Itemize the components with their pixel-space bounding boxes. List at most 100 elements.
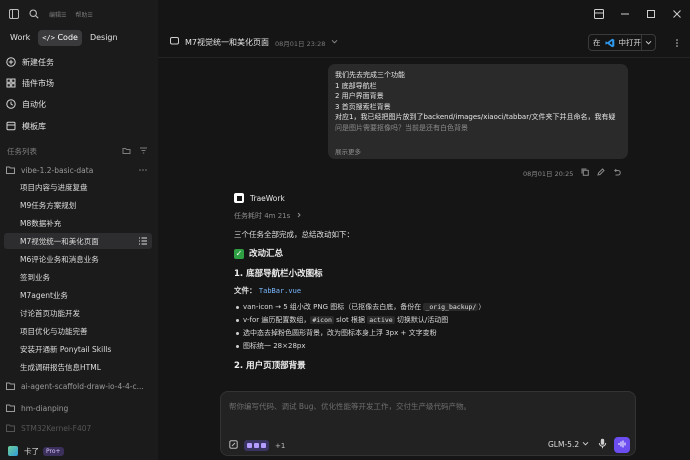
header-time: 08月01日 23:28 (275, 39, 326, 48)
folder-more-icon[interactable] (138, 165, 148, 177)
task-row-active[interactable]: M7视觉统一和美化页面 (4, 233, 152, 249)
chevron-down-icon[interactable] (641, 35, 655, 50)
folder-name: hm-dianping (21, 403, 69, 413)
task-duration-text: 任务耗时 4m 21s (234, 212, 291, 220)
tab-code[interactable]: </> Code (38, 30, 82, 46)
tab-code-label: Code (57, 33, 78, 42)
composer-input[interactable]: 帮你编写代码、调试 Bug、优化性能等开发工作，交付生产级代码产物。 (229, 401, 471, 412)
composer[interactable]: 帮你编写代码、调试 Bug、优化性能等开发工作，交付生产级代码产物。 +1 GL… (220, 391, 636, 456)
new-folder-icon[interactable] (122, 146, 131, 157)
message-time: 08月01日 20:25 (523, 170, 574, 178)
chat-icon (170, 37, 179, 48)
plus-circle-icon (6, 57, 16, 67)
maximize-icon[interactable] (638, 0, 664, 28)
task-row[interactable]: 生成调研报告信息HTML (4, 359, 152, 375)
model-name: GLM-5.2 (548, 440, 580, 449)
sidebar-topbar: 编辑☰ 帮助☰ (0, 0, 158, 28)
list-menu-icon[interactable] (138, 236, 148, 246)
mode-tabs: Work </> Code Design (6, 30, 122, 46)
sidebar: 编辑☰ 帮助☰ Work </> Code Design 新建任务 插件市场 自… (0, 0, 158, 460)
task-row[interactable]: 项目优化与功能完善 (4, 323, 152, 339)
folder-icon (6, 166, 15, 174)
nav-template-library[interactable]: 模板库 (6, 118, 46, 134)
tab-work[interactable]: Work (6, 30, 34, 46)
grid-icon (6, 78, 16, 88)
menu-edit[interactable]: 编辑☰ (49, 12, 66, 19)
code-icon: </> (42, 34, 55, 42)
user-bar[interactable]: 卡了 Pro+ (0, 442, 158, 460)
user-message-line: 2 用户界面背景 (335, 92, 384, 101)
assistant-header: TraeWork (234, 193, 614, 203)
list-item: 图标统一 28×28px (234, 340, 614, 353)
model-select[interactable]: GLM-5.2 (548, 440, 589, 449)
edit-icon[interactable] (597, 168, 606, 178)
user-name: 卡了 (24, 446, 39, 456)
minimize-icon[interactable] (612, 0, 638, 28)
open-prefix: 在 (593, 38, 601, 47)
chat-header: M7视觉统一和美化页面 08月01日 23:28 在 中打开 (158, 28, 690, 58)
file-name[interactable]: TabBar.vue (259, 287, 301, 295)
chevron-right-icon (296, 212, 302, 220)
list-item: v-for 遍历配置数组， #icon slot 根据 active 切换默认/活… (234, 314, 614, 327)
clock-icon (6, 99, 16, 109)
task-row[interactable]: M9任务方案规划 (4, 197, 152, 213)
window-controls (586, 0, 690, 28)
folder-name: STM32Kernel-F407 (21, 423, 92, 433)
menu-help[interactable]: 帮助☰ (75, 12, 92, 19)
section-1-heading: 1. 底部导航栏小改图标 (234, 269, 323, 279)
nav-new-task[interactable]: 新建任务 (6, 54, 54, 70)
page-title: M7视觉统一和美化页面 (185, 38, 269, 47)
assistant-intro: 三个任务全部完成，总结改动如下： (234, 230, 354, 239)
skills-chip[interactable] (244, 440, 269, 451)
user-message-line: 对应1，我已经把图片放到了backend/images/xiaoci/tabba… (335, 113, 616, 122)
task-row[interactable]: M8数据补充 (4, 215, 152, 231)
copy-icon[interactable] (581, 168, 590, 178)
tab-design[interactable]: Design (86, 30, 122, 46)
check-mark-icon: ✓ (234, 249, 244, 259)
send-button[interactable] (614, 437, 630, 453)
sidebar-toggle-icon[interactable] (8, 8, 20, 20)
assistant-body: 三个任务全部完成，总结改动如下： ✓ 改动汇总 1. 底部导航栏小改图标 文件：… (234, 229, 614, 373)
assistant-name: TraeWork (250, 193, 285, 203)
undo-icon[interactable] (613, 168, 622, 178)
nav-automation[interactable]: 自动化 (6, 96, 46, 112)
task-row[interactable]: 讨论首页功能开发 (4, 305, 152, 321)
layout-icon[interactable] (586, 0, 612, 28)
show-more-link[interactable]: 展示更多 (335, 146, 361, 156)
extra-count: +1 (275, 441, 286, 450)
chevron-down-icon[interactable] (331, 38, 338, 47)
summary-heading-text: 改动汇总 (249, 249, 284, 259)
folder-hm-dianping[interactable]: hm-dianping (6, 400, 152, 416)
search-icon[interactable] (28, 8, 40, 20)
open-in-button[interactable]: 在 中打开 (588, 34, 656, 51)
close-icon[interactable] (664, 0, 690, 28)
more-icon[interactable] (672, 38, 682, 50)
filter-icon[interactable] (139, 146, 148, 157)
folder-ai-agent[interactable]: ai-agent-scaffold-draw-io-4-4-c... (6, 378, 152, 394)
assistant-message: TraeWork 任务耗时 4m 21s 三个任务全部完成，总结改动如下： ✓ … (234, 193, 614, 373)
task-row[interactable]: 项目内容与进度复盘 (4, 179, 152, 195)
task-row[interactable]: M6评论业务和消息业务 (4, 251, 152, 267)
nav-automation-label: 自动化 (22, 99, 46, 109)
attach-icon[interactable] (229, 440, 238, 451)
folder-icon (6, 424, 15, 432)
user-message-bubble: 我们先去完成三个功能 1 底部导航栏 2 用户界面背景 3 首页搜索栏背景 对应… (328, 64, 628, 159)
microphone-icon[interactable] (598, 438, 607, 451)
task-list-title: 任务列表 (7, 147, 37, 156)
change-list: van-icon → 5 组小改 PNG 图标（已抠像去白底，备份在 _orig… (234, 301, 614, 353)
section-2-heading: 2. 用户页顶部背景 (234, 361, 306, 371)
task-row[interactable]: M7agent业务 (4, 287, 152, 303)
folder-name: vibe-1.2-basic-data (21, 165, 94, 175)
folder-vibe[interactable]: vibe-1.2-basic-data (6, 162, 152, 178)
task-row[interactable]: 安装开通新 Ponytail Skills (4, 341, 152, 357)
task-row[interactable]: 签到业务 (4, 269, 152, 285)
avatar (8, 446, 18, 456)
plan-badge: Pro+ (43, 446, 64, 456)
folder-stm32[interactable]: STM32Kernel-F407 (6, 420, 152, 436)
task-duration[interactable]: 任务耗时 4m 21s (234, 211, 614, 221)
folder-icon (6, 382, 15, 390)
nav-new-task-label: 新建任务 (22, 57, 54, 67)
nav-plugin-market[interactable]: 插件市场 (6, 75, 54, 91)
waveform-icon (618, 440, 627, 450)
trae-logo-icon (234, 193, 244, 203)
